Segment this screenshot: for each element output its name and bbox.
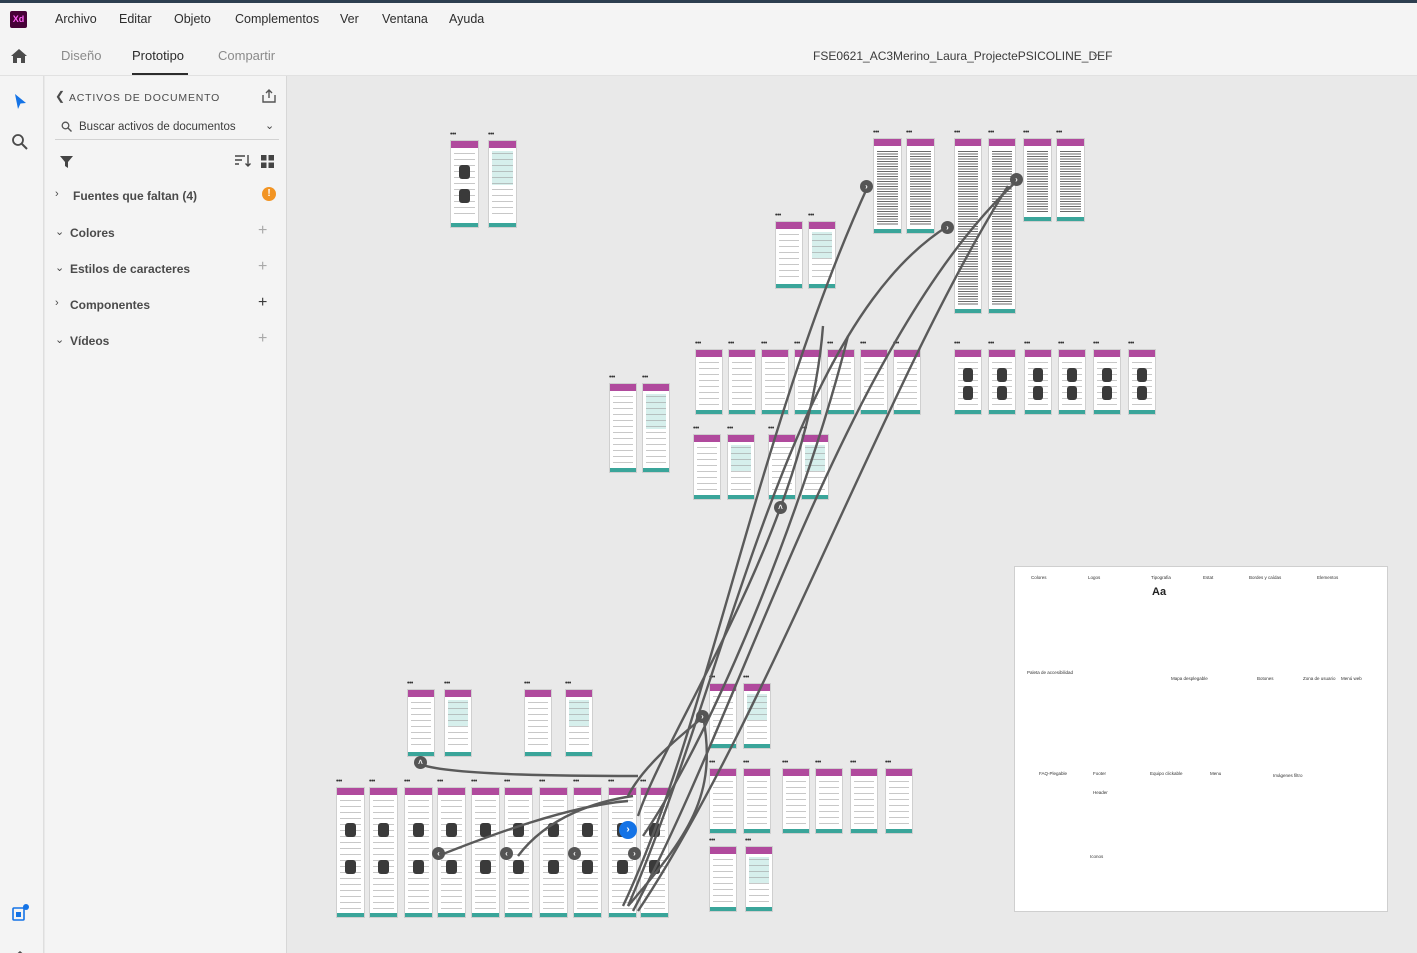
prototype-trigger-icon[interactable]: ˄: [414, 756, 427, 769]
plus-icon[interactable]: +: [258, 330, 267, 348]
menu-bar: Xd Archivo Editar Objeto Complementos Ve…: [0, 0, 1417, 36]
section-colors[interactable]: ⌄ Colores +: [55, 222, 279, 243]
warning-icon: !: [262, 187, 276, 201]
collapse-icon[interactable]: [10, 943, 30, 953]
chevron-down-icon[interactable]: ⌄: [265, 119, 274, 132]
export-icon[interactable]: [261, 88, 277, 104]
tab-diseno[interactable]: Diseño: [61, 48, 101, 63]
tab-prototipo[interactable]: Prototipo: [132, 48, 184, 63]
plugins-icon[interactable]: [10, 903, 30, 923]
xd-app-logo: Xd: [10, 11, 27, 28]
prototype-trigger-icon[interactable]: ›: [860, 180, 873, 193]
panel-title: ACTIVOS DE DOCUMENTO: [69, 92, 221, 104]
section-label: Fuentes que faltan (4): [73, 189, 198, 203]
home-icon[interactable]: [10, 47, 28, 65]
prototype-wire[interactable]: [626, 224, 949, 907]
chevron-right-icon: ›: [55, 188, 59, 200]
section-label: Vídeos: [70, 334, 110, 348]
menu-archivo[interactable]: Archivo: [55, 12, 97, 26]
plus-icon[interactable]: +: [258, 222, 267, 240]
prototype-trigger-icon[interactable]: ›: [628, 847, 641, 860]
menu-ver[interactable]: Ver: [340, 12, 359, 26]
menu-editar[interactable]: Editar: [119, 12, 152, 26]
prototype-wires: [419, 179, 1019, 912]
chevron-down-icon: ⌄: [55, 334, 65, 346]
zoom-tool-icon[interactable]: [10, 132, 30, 152]
menu-ventana[interactable]: Ventana: [382, 12, 428, 26]
grid-view-icon[interactable]: [261, 155, 274, 168]
plus-icon[interactable]: +: [258, 258, 267, 276]
design-canvas[interactable]: ••• ••• ••• ••• ••• ••• ••• ••• ••• ••• ••• ••• ••• •…: [288, 76, 1417, 953]
prototype-wire[interactable]: [626, 714, 705, 797]
plus-icon[interactable]: +: [258, 294, 267, 312]
chevron-down-icon: ⌄: [55, 262, 65, 274]
section-label: Estilos de caracteres: [70, 262, 191, 276]
menu-ayuda[interactable]: Ayuda: [449, 12, 484, 26]
menu-objeto[interactable]: Objeto: [174, 12, 211, 26]
prototype-trigger-icon[interactable]: ˄: [774, 501, 787, 514]
section-character-styles[interactable]: ⌄ Estilos de caracteres +: [55, 258, 279, 279]
chevron-down-icon: ⌄: [55, 226, 65, 238]
prototype-wire[interactable]: [437, 799, 629, 858]
filter-icon[interactable]: [60, 156, 73, 169]
prototype-wire[interactable]: [621, 185, 870, 907]
prototype-trigger-icon[interactable]: ‹: [568, 847, 581, 860]
prototype-wire[interactable]: [636, 325, 825, 817]
select-tool-icon[interactable]: [10, 92, 30, 112]
active-tab-indicator: [132, 73, 188, 75]
tab-compartir[interactable]: Compartir: [218, 48, 275, 63]
chevron-right-icon: ›: [55, 297, 59, 309]
prototype-trigger-icon[interactable]: ›: [696, 710, 709, 723]
assets-search: ⌄: [55, 114, 279, 140]
menu-complementos[interactable]: Complementos: [235, 12, 319, 26]
chevron-down-icon[interactable]: ⌄: [1091, 47, 1100, 60]
assets-panel: ❮ ACTIVOS DE DOCUMENTO ⌄ › Fuentes que f…: [45, 76, 287, 953]
prototype-wire[interactable]: [642, 335, 850, 837]
section-videos[interactable]: ⌄ Vídeos +: [55, 330, 279, 351]
section-missing-fonts[interactable]: › Fuentes que faltan (4) !: [55, 186, 279, 206]
prototype-wire[interactable]: [419, 762, 639, 778]
mode-bar: Diseño Prototipo Compartir FSE0621_AC3Me…: [0, 36, 1417, 76]
search-input[interactable]: [79, 118, 259, 136]
sort-icon[interactable]: [235, 154, 251, 168]
prototype-trigger-icon[interactable]: ›: [941, 221, 954, 234]
prototype-trigger-icon[interactable]: ›: [619, 821, 637, 839]
document-title[interactable]: FSE0621_AC3Merino_Laura_ProjectePSICOLIN…: [813, 49, 1112, 63]
search-icon: [61, 121, 72, 132]
section-label: Colores: [70, 226, 115, 240]
section-label: Componentes: [70, 298, 151, 312]
chevron-left-icon[interactable]: ❮: [55, 89, 65, 103]
tool-bar: [0, 76, 44, 953]
section-components[interactable]: › Componentes +: [55, 294, 279, 315]
prototype-trigger-icon[interactable]: ‹: [432, 847, 445, 860]
prototype-trigger-icon[interactable]: ‹: [500, 847, 513, 860]
prototype-trigger-icon[interactable]: ›: [1010, 173, 1023, 186]
